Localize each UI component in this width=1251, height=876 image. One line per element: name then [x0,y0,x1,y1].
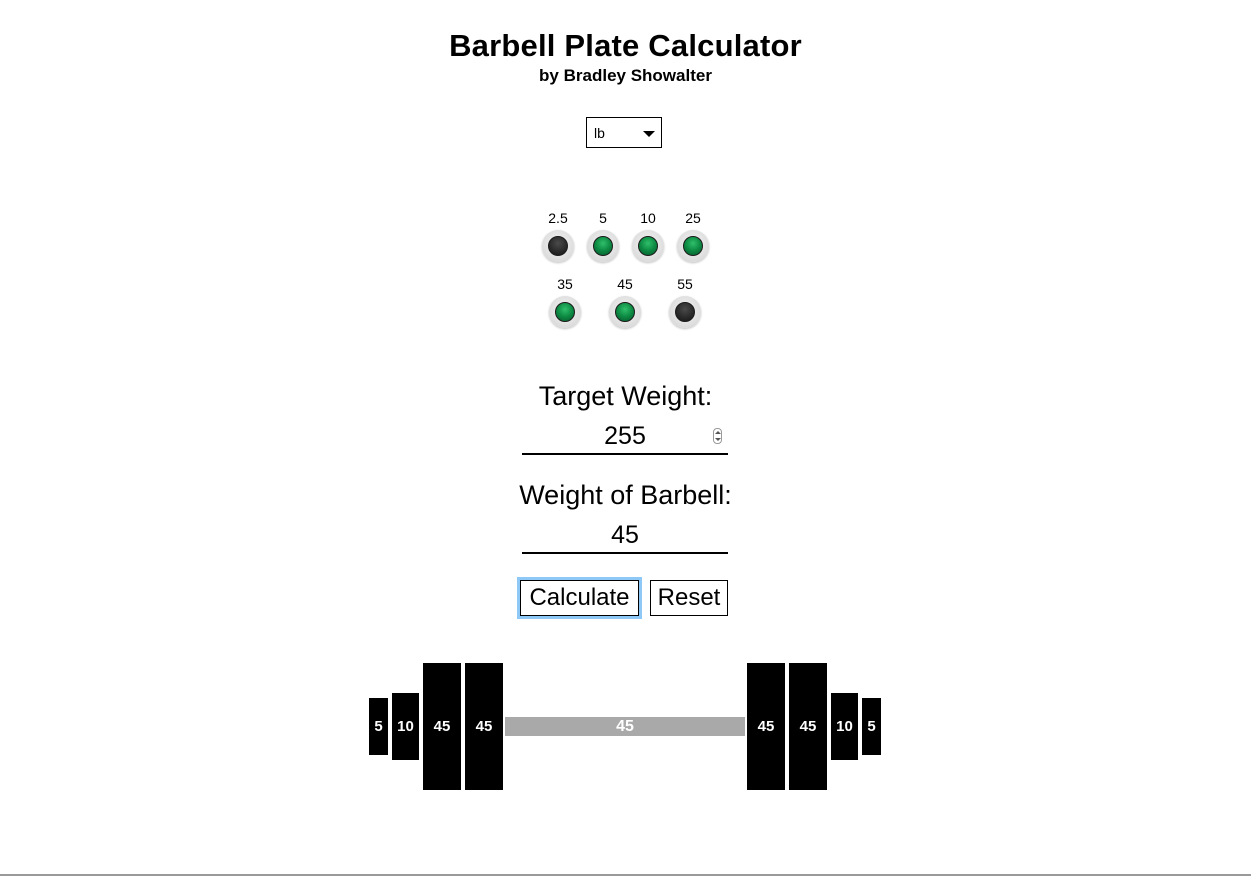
toggle-light-icon [587,230,619,262]
page: Barbell Plate Calculator by Bradley Show… [0,0,1251,876]
toggle-light-icon [542,230,574,262]
left-plate-3: 45 [423,663,461,790]
left-plate-2: 10 [392,693,419,760]
page-title: Barbell Plate Calculator [449,28,802,63]
barbell-bar: 45 [505,717,745,736]
plate-toggle-45[interactable]: 45 [605,276,645,336]
number-spinner-icon[interactable] [713,428,722,444]
plate-toggle-25[interactable]: 25 [673,210,713,270]
toggle-light-icon [549,296,581,328]
plate-toggle-label: 2.5 [548,210,568,226]
plate-toggle-label: 25 [685,210,701,226]
page-subtitle: by Bradley Showalter [539,66,712,85]
toggle-light-icon [677,230,709,262]
plate-toggle-55[interactable]: 55 [665,276,705,336]
calculate-button[interactable]: Calculate [517,577,642,619]
barbell-weight-value: 45 [611,521,639,549]
plate-toggle-label: 10 [640,210,656,226]
unit-select[interactable]: lb [586,117,662,148]
plate-toggle-35[interactable]: 35 [545,276,585,336]
toggle-light-icon [632,230,664,262]
chevron-down-icon [643,131,655,137]
led-core [548,236,568,256]
led-core [638,236,658,256]
right-plate-3: 10 [831,693,858,760]
reset-button[interactable]: Reset [650,580,728,616]
led-core [615,302,635,322]
target-weight-input[interactable]: 255 [522,419,728,455]
plate-toggle-label: 35 [557,276,573,292]
barbell-weight-label: Weight of Barbell: [519,480,732,510]
toggle-light-icon [609,296,641,328]
unit-select-value: lb [594,125,605,141]
plate-toggle-label: 55 [677,276,693,292]
target-weight-label: Target Weight: [538,381,713,411]
right-plate-2: 45 [789,663,827,790]
left-plate-1: 5 [369,698,388,755]
led-core [683,236,703,256]
plate-toggle-5[interactable]: 5 [583,210,623,270]
plate-toggle-10[interactable]: 10 [628,210,668,270]
right-plate-4: 5 [862,698,881,755]
plate-toggle-label: 45 [617,276,633,292]
led-core [555,302,575,322]
target-weight-value: 255 [604,422,646,450]
toggle-light-icon [669,296,701,328]
plate-toggle-2-5[interactable]: 2.5 [538,210,578,270]
left-plate-4: 45 [465,663,503,790]
barbell-weight-input[interactable]: 45 [522,518,728,554]
right-plate-1: 45 [747,663,785,790]
led-core [675,302,695,322]
plate-toggle-label: 5 [599,210,607,226]
led-core [593,236,613,256]
